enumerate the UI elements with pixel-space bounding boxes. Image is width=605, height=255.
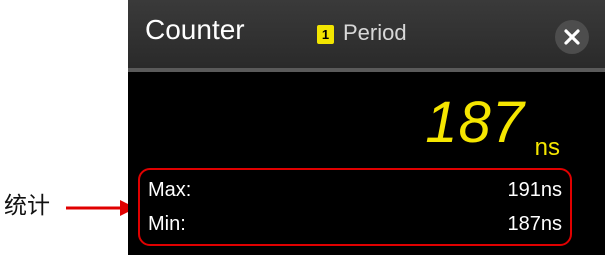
window-title: Counter (145, 14, 245, 45)
channel-badge[interactable]: 1 (317, 25, 334, 44)
max-value: 191ns (507, 179, 563, 201)
measurement-type-label[interactable]: Period (343, 19, 407, 47)
close-button[interactable] (555, 20, 589, 54)
statistics-callout-label: 统计 (4, 193, 50, 219)
counter-window: Counter 1 Period 187 ns Max: 191ns Min: (128, 0, 605, 255)
statistics-box: Max: 191ns Min: 187ns (138, 168, 572, 246)
title-bar: Counter 1 Period (128, 0, 605, 68)
stat-row-min: Min: 187ns (148, 210, 562, 238)
min-label: Min: (148, 213, 186, 235)
measurement-value: 187 (425, 90, 525, 155)
min-value: 187ns (507, 213, 563, 235)
measurement-area: 187 ns Max: 191ns Min: 187ns (128, 72, 605, 255)
max-label: Max: (148, 179, 192, 201)
measurement-unit: ns (534, 134, 560, 161)
stage: 统计 Counter 1 Period 187 ns Max: 191ns Mi… (0, 0, 605, 255)
stat-row-max: Max: 191ns (148, 176, 562, 204)
callout-arrow-icon (66, 200, 136, 216)
close-icon (564, 29, 580, 45)
